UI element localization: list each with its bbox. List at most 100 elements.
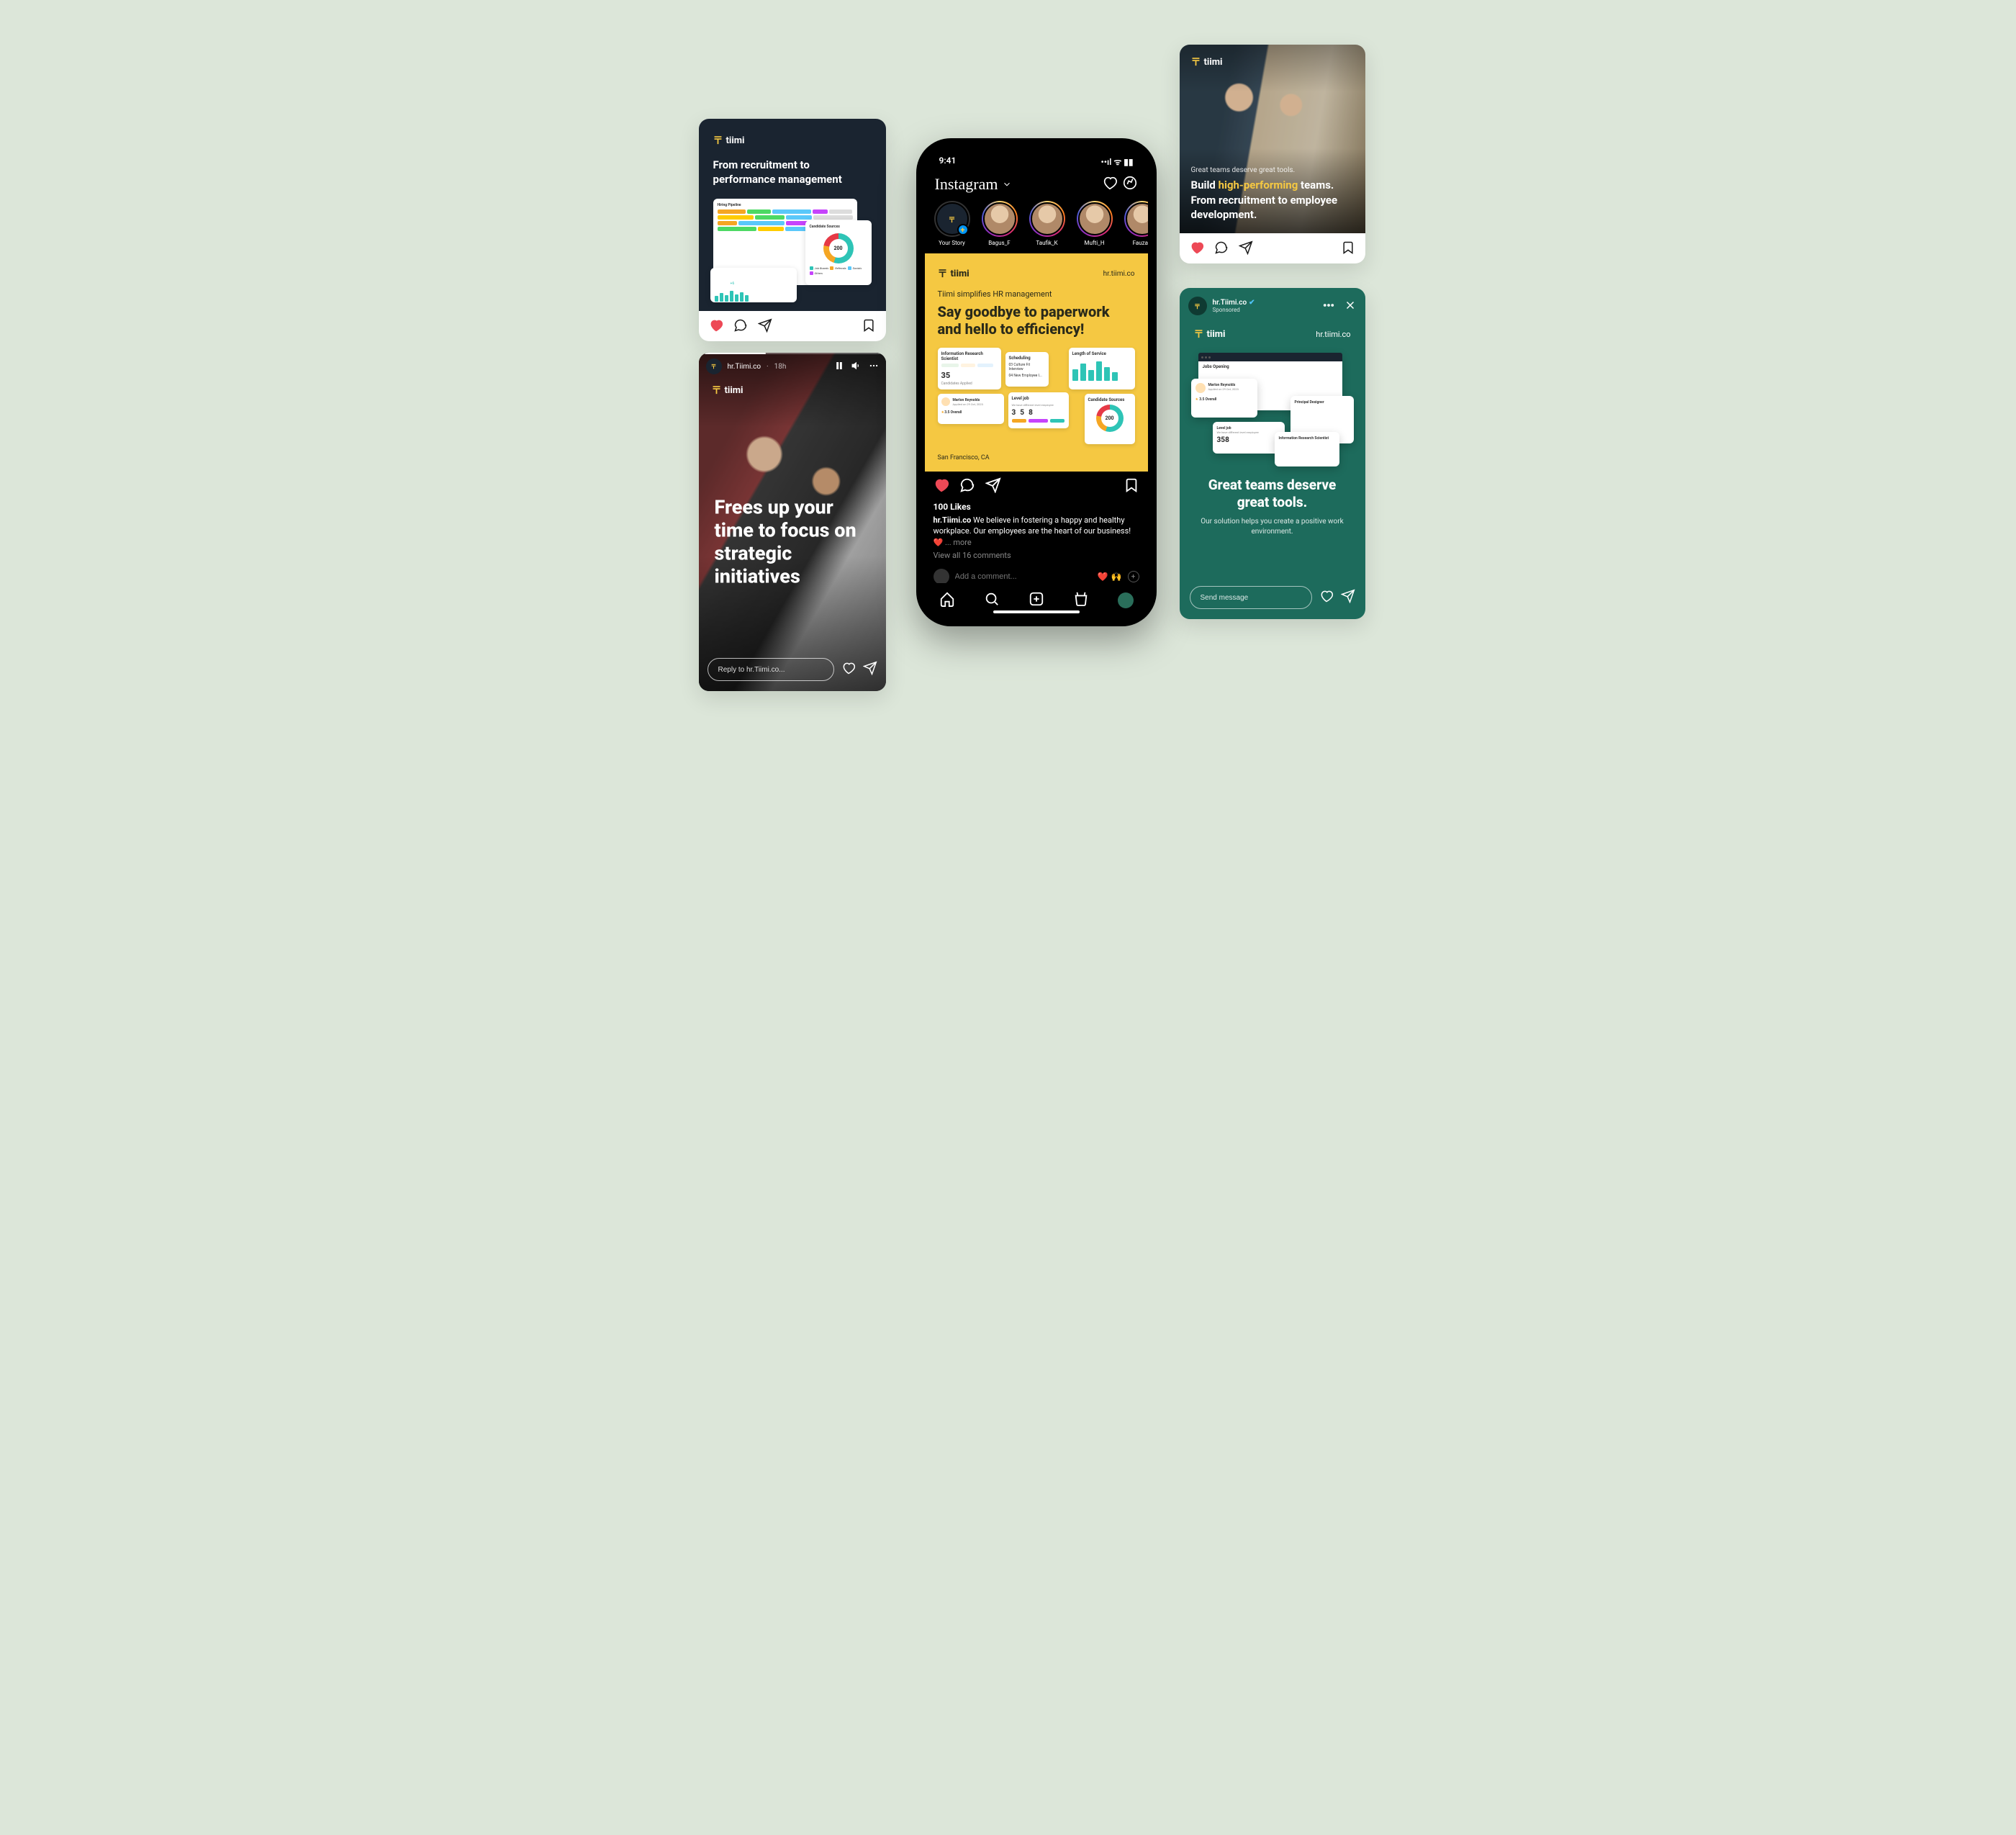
messages-icon[interactable]: [1122, 175, 1138, 194]
mock-candidate-sources: Candidate Sources 200: [1085, 394, 1135, 444]
story-sub: Our solution helps you create a positive…: [1197, 517, 1348, 537]
story-card-strategic: 〒 hr.Tiimi.co · 18h 〒 tiimi Frees up you…: [699, 353, 886, 691]
post-hero: 〒 tiimi From recruitment to performance …: [699, 119, 886, 311]
applicants-value: 551: [715, 276, 730, 287]
brand-url: hr.tiimi.co: [1103, 270, 1135, 278]
sponsored-story: 〒 hr.Tiimi.co✔ Sponsored 〒tiimi hr.tiimi…: [1180, 288, 1365, 619]
post-location: San Francisco, CA: [938, 454, 1135, 461]
home-indicator: [993, 610, 1080, 613]
plus-icon[interactable]: +: [1128, 571, 1139, 582]
like-icon[interactable]: [1319, 589, 1334, 606]
view-comments[interactable]: View all 16 comments: [934, 551, 1139, 560]
logo-mark-icon: 〒: [938, 266, 947, 281]
likes-count[interactable]: 100 Likes: [934, 502, 1139, 512]
create-icon[interactable]: [1029, 591, 1044, 610]
volume-icon[interactable]: [851, 361, 862, 373]
share-icon[interactable]: [758, 318, 772, 333]
story-headline: Great teams deserve great tools.: [1197, 477, 1348, 511]
post-subhead: Great teams deserve great tools.: [1191, 166, 1354, 174]
like-icon[interactable]: [1190, 240, 1204, 255]
post-headline: From recruitment to performance manageme…: [713, 158, 872, 187]
story-reply-input[interactable]: [708, 658, 834, 681]
bookmark-icon[interactable]: [1124, 477, 1139, 496]
story-progress: [705, 353, 880, 354]
story-reply-input[interactable]: [1190, 586, 1312, 609]
brand-logo: 〒tiimi: [1194, 327, 1226, 341]
add-comment-input[interactable]: [955, 572, 1092, 581]
donut-chart-icon: 200: [823, 233, 854, 263]
logo-mark-icon: 〒: [712, 383, 721, 397]
clock: 9:41: [939, 155, 957, 168]
caption-author[interactable]: hr.Tiimi.co: [934, 515, 972, 525]
app-logo[interactable]: Instagram: [935, 175, 998, 194]
more-icon[interactable]: [869, 361, 879, 373]
post-actions: [699, 311, 886, 341]
logo-mark-icon: 〒: [1194, 327, 1203, 341]
sponsored-label: Sponsored: [1213, 307, 1255, 313]
quick-emoji[interactable]: ❤️🙌: [1098, 572, 1122, 582]
mock-scheduling: Scheduling 03 Culture Fit Interview 04 N…: [1005, 352, 1049, 387]
story-account[interactable]: hr.Tiimi.co: [728, 363, 761, 371]
story-label: Your Story: [939, 240, 965, 246]
story-label: Bagus_F: [988, 240, 1010, 246]
story-avatar-icon[interactable]: 〒: [706, 359, 722, 374]
share-icon[interactable]: [863, 661, 877, 678]
like-icon[interactable]: [709, 318, 723, 333]
comment-icon[interactable]: [733, 318, 748, 333]
shop-icon[interactable]: [1073, 591, 1089, 610]
story-headline: Frees up your time to focus on strategic…: [715, 496, 870, 587]
profile-icon[interactable]: [1118, 592, 1134, 608]
story-header: 〒 hr.Tiimi.co✔ Sponsored: [1180, 288, 1365, 315]
share-icon[interactable]: [1341, 589, 1355, 606]
verified-icon: ✔: [1249, 299, 1255, 307]
bookmark-icon[interactable]: [862, 318, 876, 333]
gauge-title: Candidate Sources: [810, 225, 867, 229]
story-item[interactable]: Fauzan: [1122, 201, 1148, 246]
comment-icon[interactable]: [959, 477, 975, 496]
mock-candidate-card: Marlon ReynoldsApplied on 29 Oct, 2023 ★…: [1191, 379, 1257, 418]
mock-job-card: Information Research Scientist 35 Candid…: [938, 348, 1001, 389]
phone-frame: 9:41 ••ıl ᯤ ▮▮ Instagram 〒+Your StoryBag…: [916, 138, 1157, 626]
dashboard-mock: Hiring Pipeline Candidate Sources 200 Jo…: [713, 199, 872, 299]
gauge-value: 200: [833, 245, 842, 251]
mock-applicants: Total Applicants 551 +6: [710, 268, 797, 302]
brand-url: hr.tiimi.co: [1316, 330, 1350, 339]
mock-candidate: Marlon ReynoldsApplied on 29 Oct, 2023 ★…: [938, 394, 1004, 424]
more-link[interactable]: ... more: [945, 538, 972, 547]
story-item[interactable]: Mufti_H: [1075, 201, 1115, 246]
chevron-down-icon[interactable]: [1002, 179, 1012, 189]
brand-logo: 〒 tiimi: [712, 383, 743, 397]
comment-icon[interactable]: [1214, 240, 1229, 255]
stories-row[interactable]: 〒+Your Story Bagus_F Taufik_K Mufti_H Fauzan: [925, 201, 1148, 253]
mock-level-job: Level job We have different level employ…: [1008, 392, 1069, 428]
story-label: Fauzan: [1133, 240, 1148, 246]
home-icon[interactable]: [939, 591, 955, 610]
share-icon[interactable]: [1239, 240, 1253, 255]
like-icon[interactable]: [841, 661, 856, 678]
notifications-icon[interactable]: [1102, 175, 1118, 194]
search-icon[interactable]: [984, 591, 1000, 610]
post-actions: [934, 477, 1139, 496]
story-item[interactable]: Taufik_K: [1027, 201, 1067, 246]
like-icon[interactable]: [934, 477, 949, 496]
story-avatar-icon[interactable]: 〒: [1188, 297, 1207, 315]
story-header: 〒 hr.Tiimi.co · 18h: [706, 359, 879, 374]
post-tagline: Tiimi simplifies HR management: [938, 289, 1135, 299]
more-icon[interactable]: [1322, 299, 1335, 314]
share-icon[interactable]: [985, 477, 1001, 496]
story-account[interactable]: hr.Tiimi.co: [1213, 299, 1247, 307]
story-item[interactable]: Bagus_F: [980, 201, 1020, 246]
dashboard-mock: Jobs Opening Marlon ReynoldsApplied on 2…: [1191, 353, 1354, 468]
brand-logo: 〒tiimi: [938, 266, 969, 281]
feed-post: 〒tiimi hr.tiimi.co Tiimi simplifies HR m…: [925, 253, 1148, 589]
story-reply-bar: [1190, 586, 1355, 609]
app-header: Instagram: [925, 171, 1148, 201]
close-icon[interactable]: [1344, 299, 1357, 314]
story-age: 18h: [774, 363, 787, 371]
post-card-recruitment: 〒 tiimi From recruitment to performance …: [699, 119, 886, 341]
pause-icon[interactable]: [834, 361, 844, 373]
bookmark-icon[interactable]: [1341, 240, 1355, 255]
story-label: Mufti_H: [1084, 240, 1104, 246]
story-item[interactable]: 〒+Your Story: [932, 201, 972, 246]
logo-mark-icon: 〒: [1191, 55, 1201, 69]
